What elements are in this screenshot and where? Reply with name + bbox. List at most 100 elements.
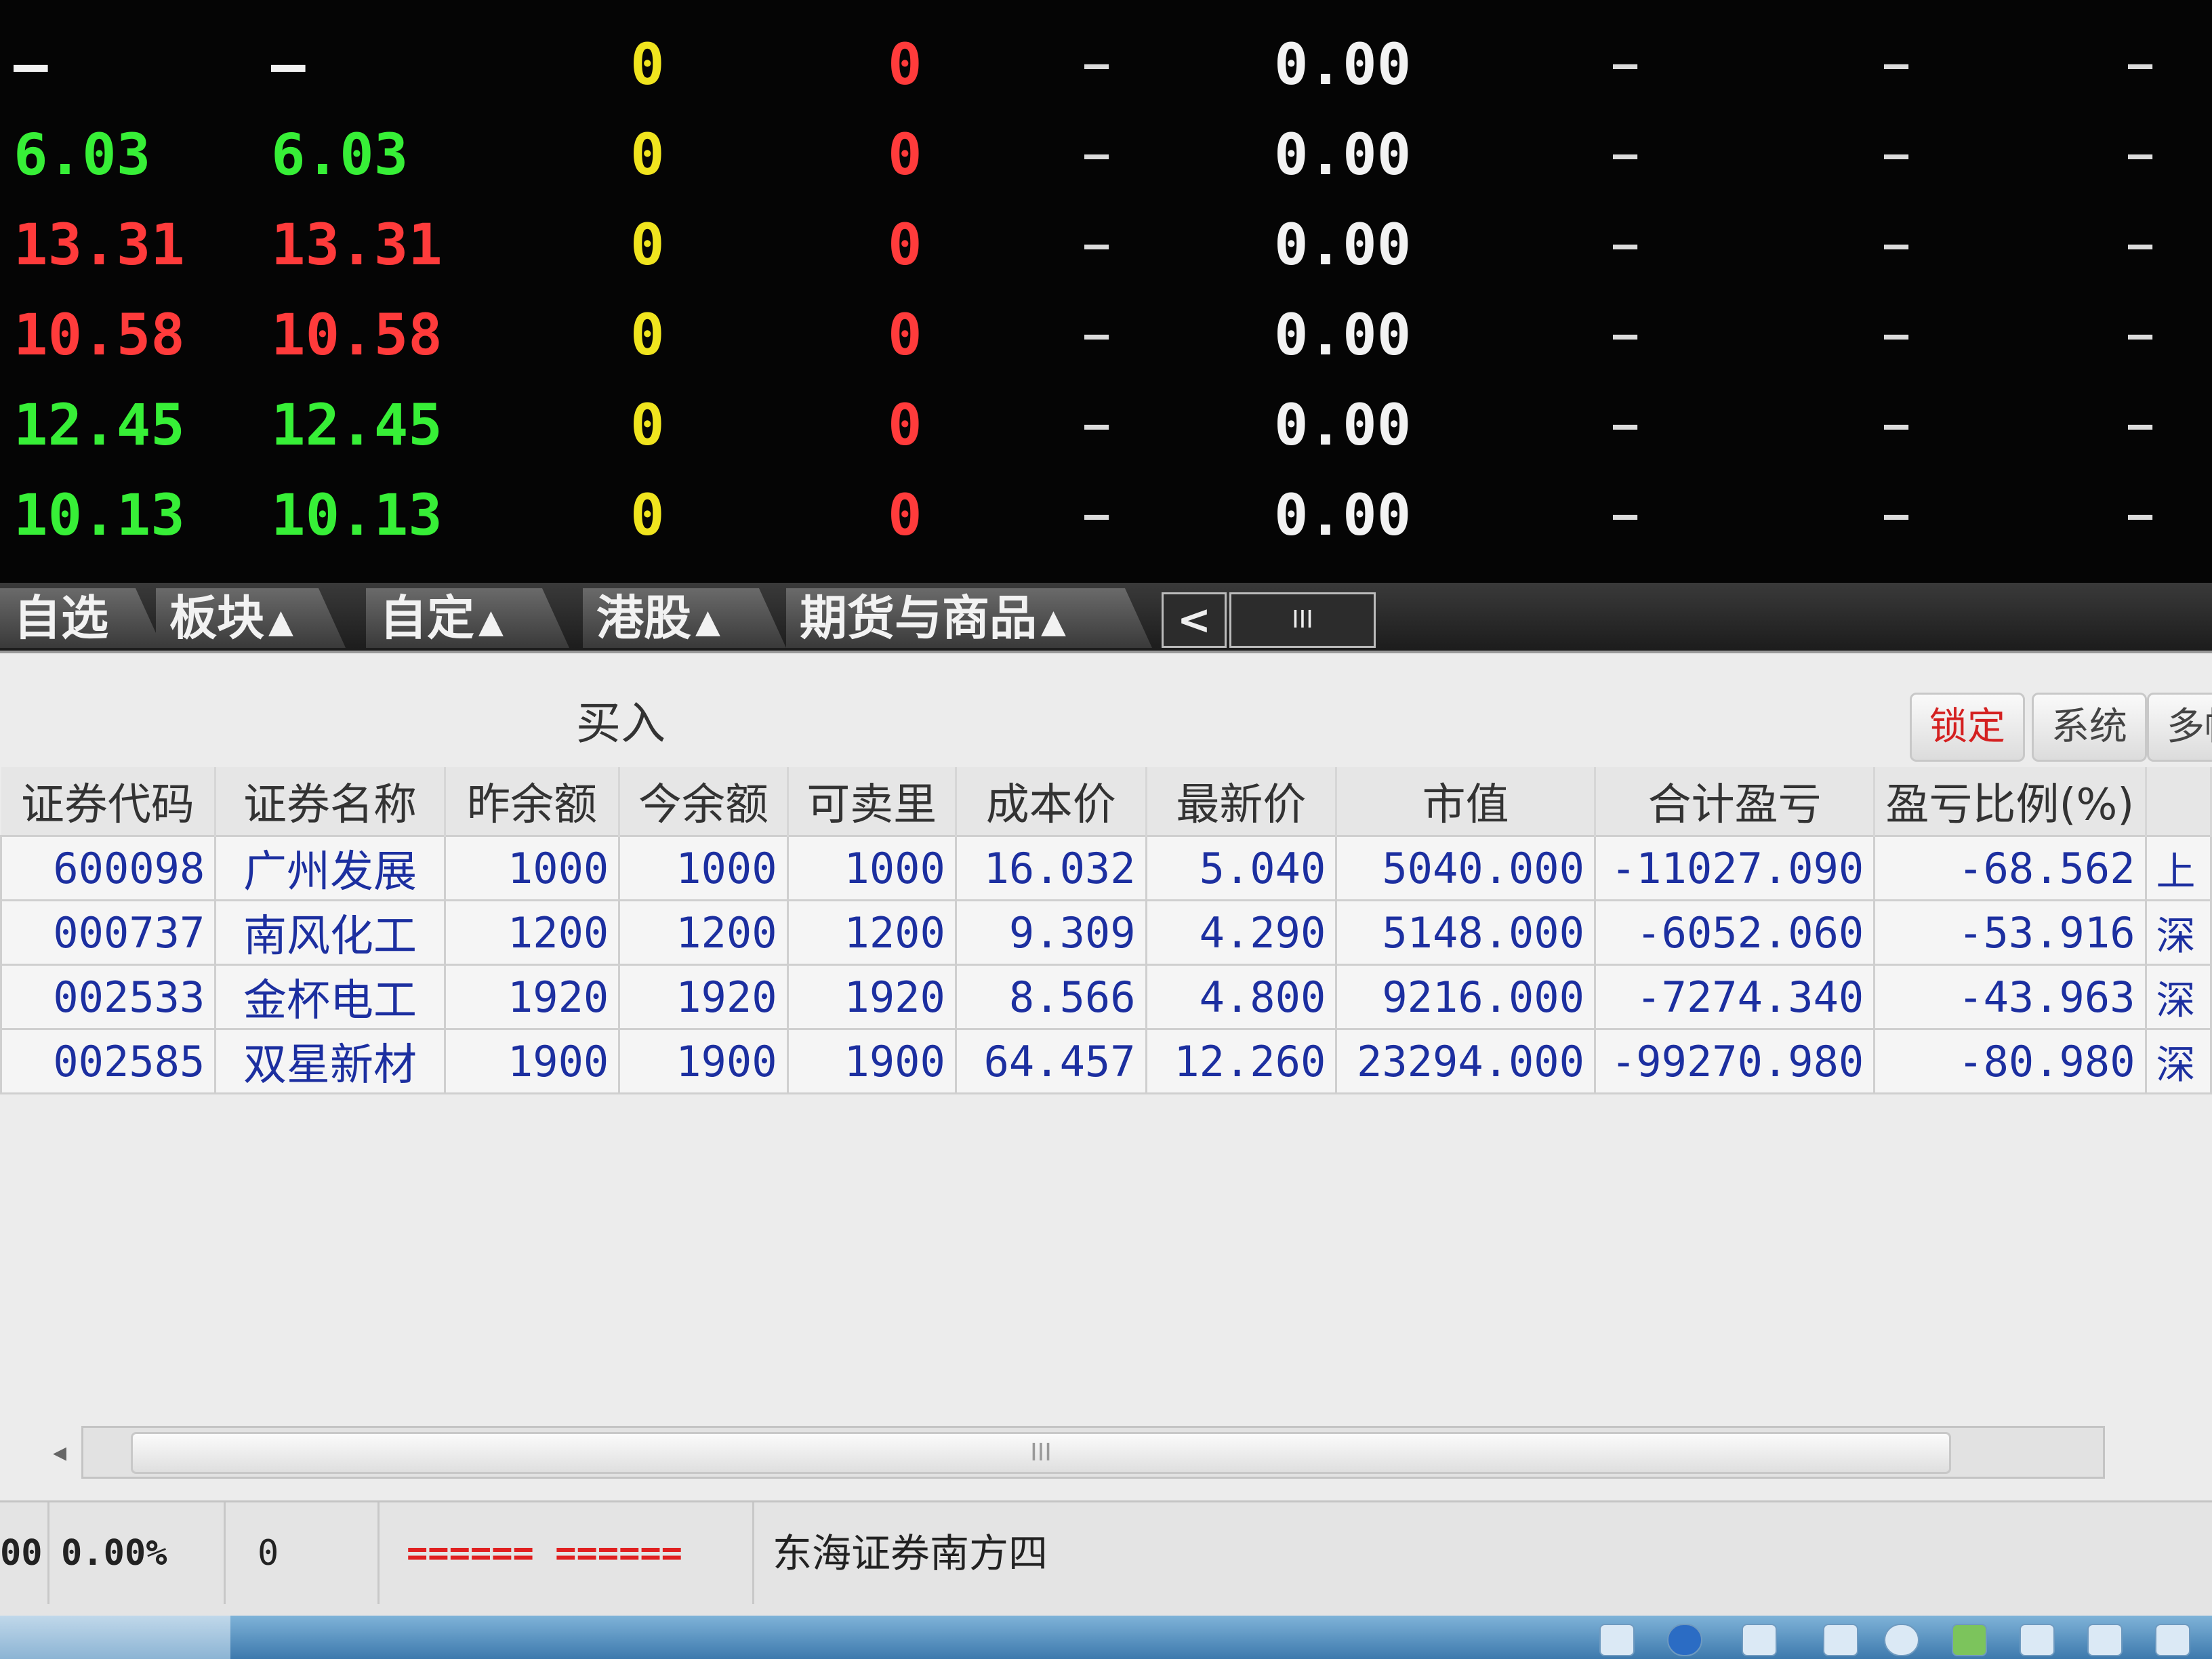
security-icon[interactable] <box>1952 1624 1987 1656</box>
quote-cell: 0 <box>630 392 665 458</box>
table-cell: 64.457 <box>954 1028 1147 1094</box>
table-cell: 12.260 <box>1145 1028 1338 1094</box>
column-header[interactable]: 合计盈亏 <box>1595 767 1876 836</box>
table-cell: 1000 <box>443 835 621 901</box>
quote-cell: 0 <box>630 211 665 278</box>
tab-label: 期货与商品 <box>800 590 1037 646</box>
tab-scroll-left-button[interactable]: < <box>1162 592 1227 648</box>
table-cell: 深 <box>2144 899 2212 966</box>
market-tab-strip: 自选 板块 ▲ 自定 ▲ 港股 ▲ 期货与商品 ▲ < III <box>0 583 2212 653</box>
table-cell: 600098 <box>0 835 217 901</box>
table-cell: 上 <box>2144 835 2212 901</box>
column-header[interactable]: 昨余额 <box>445 767 621 836</box>
quote-cell: 0 <box>888 392 922 458</box>
quote-cell: 0 <box>888 482 922 548</box>
quote-cell: — <box>2128 221 2153 268</box>
quote-cell: 10.13 <box>14 482 185 548</box>
table-cell: -11027.090 <box>1593 835 1876 901</box>
tab-futures-commodities[interactable]: 期货与商品 ▲ <box>786 588 1152 648</box>
table-cell: 深 <box>2144 964 2212 1030</box>
table-row[interactable]: 002533 金杯电工 1920 1920 1920 8.566 4.800 9216.000… <box>0 964 2212 1030</box>
quote-row[interactable]: — — 0 0 — 0.00 — — — <box>0 20 2212 108</box>
quote-row[interactable]: 10.13 10.13 0 0 — 0.00 — — — <box>0 471 2212 559</box>
quote-cell: 13.31 <box>14 211 185 278</box>
status-percent: 0.00% <box>61 1502 226 1604</box>
table-cell: -6052.060 <box>1593 899 1876 966</box>
quote-cell: — <box>2128 131 2153 178</box>
quote-row[interactable]: 13.31 13.31 0 0 — 0.00 — — — <box>0 201 2212 289</box>
table-cell: 广州发展 <box>214 835 446 901</box>
status-count: 0 <box>244 1502 380 1604</box>
column-header[interactable]: 证券名称 <box>215 767 446 836</box>
quote-cell: 0 <box>888 302 922 368</box>
start-button[interactable] <box>0 1616 230 1659</box>
holdings-table: 证券代码 证券名称 昨余额 今余额 可卖里 成本价 最新价 市值 合计盈亏 盈亏… <box>0 767 2212 1094</box>
quote-row[interactable]: 12.45 12.45 0 0 — 0.00 — — — <box>0 381 2212 469</box>
tray-app-icon[interactable] <box>2155 1624 2190 1656</box>
quote-cell: — <box>1613 131 1638 178</box>
quote-cell: 6.03 <box>271 121 409 188</box>
chevron-left-icon: < <box>1176 596 1212 644</box>
tab-watchlist[interactable]: 自选 <box>0 588 163 648</box>
quote-cell: 0.00 <box>1274 31 1412 98</box>
quote-cell: — <box>1613 311 1638 359</box>
quote-cell: — <box>2128 311 2153 359</box>
column-header[interactable]: 市值 <box>1336 767 1596 836</box>
column-header[interactable]: 可卖里 <box>787 767 957 836</box>
window-icon[interactable] <box>1742 1624 1777 1656</box>
quote-cell: — <box>1084 491 1109 539</box>
tray-app-icon[interactable] <box>1823 1624 1858 1656</box>
table-cell: 1920 <box>786 964 957 1030</box>
quote-cell: 10.13 <box>271 482 443 548</box>
quote-row[interactable]: 10.58 10.58 0 0 — 0.00 — — — <box>0 291 2212 379</box>
column-header[interactable]: 今余额 <box>619 767 789 836</box>
table-cell: 23294.000 <box>1335 1028 1596 1094</box>
table-row[interactable]: 600098 广州发展 1000 1000 1000 16.032 5.040 5040.00… <box>0 835 2212 901</box>
volume-icon[interactable] <box>2020 1624 2055 1656</box>
scroll-left-arrow-icon[interactable]: ◂ <box>43 1428 77 1477</box>
quote-cell: 0 <box>630 31 665 98</box>
quote-cell: 10.58 <box>271 302 443 368</box>
table-cell: 1200 <box>786 899 957 966</box>
broker-name: 东海证券南方四 <box>773 1530 1048 1576</box>
table-cell: 4.290 <box>1145 899 1338 966</box>
status-bar: 00 0.00% 0 ====== ====== 东海证券南方四 <box>0 1500 2212 1618</box>
network-icon[interactable] <box>1599 1624 1635 1656</box>
column-header[interactable]: 最新价 <box>1146 767 1338 836</box>
column-header[interactable]: 证券代码 <box>1 767 217 836</box>
tab-custom[interactable]: 自定 ▲ <box>366 588 569 648</box>
quote-cell: — <box>1084 401 1109 449</box>
help-icon[interactable] <box>1667 1624 1702 1656</box>
tab-hk-stocks[interactable]: 港股 ▲ <box>583 588 786 648</box>
table-row[interactable]: 000737 南风化工 1200 1200 1200 9.309 4.290 5148.000… <box>0 899 2212 966</box>
scrollbar-thumb[interactable]: III <box>131 1432 1951 1474</box>
table-cell: -43.963 <box>1873 964 2147 1030</box>
table-cell: 000737 <box>0 899 217 966</box>
column-header[interactable] <box>2146 767 2212 836</box>
quote-cell: 13.31 <box>271 211 443 278</box>
table-cell: 1000 <box>786 835 957 901</box>
multi-account-button[interactable]: 多帐 <box>2147 693 2212 762</box>
quote-cell: — <box>1613 221 1638 268</box>
tray-app-icon[interactable] <box>2087 1624 2123 1656</box>
table-row[interactable]: 002585 双星新材 1900 1900 1900 64.457 12.260 23294.… <box>0 1028 2212 1094</box>
quote-cell: — <box>2128 41 2153 88</box>
tab-label: 自定 <box>380 590 474 646</box>
table-cell: 双星新材 <box>214 1028 446 1094</box>
column-header[interactable]: 成本价 <box>956 767 1147 836</box>
tab-sectors[interactable]: 板块 ▲ <box>156 588 346 648</box>
tab-scroll-thumb[interactable]: III <box>1229 592 1376 648</box>
column-header[interactable]: 盈亏比例(%) <box>1874 767 2147 836</box>
quote-board: — —0 0—0.00— — —6.03 6.03 0 0—0.00— — —13.31 13.31… <box>0 0 2212 583</box>
chat-icon[interactable] <box>1884 1624 1919 1656</box>
quote-cell: — <box>1884 311 1909 359</box>
quote-cell: 0 <box>630 482 665 548</box>
quote-cell: — <box>271 31 306 98</box>
system-button[interactable]: 系统 <box>2032 693 2147 762</box>
trade-panel: 买入 锁定 系统 多帐 证券代码 证券名称 昨余额 今余额 可卖里 成本价 最新… <box>0 653 2212 1500</box>
table-cell: -99270.980 <box>1593 1028 1876 1094</box>
lock-button[interactable]: 锁定 <box>1910 693 2025 762</box>
quote-row[interactable]: 6.03 6.03 0 0 — 0.00 — — — <box>0 110 2212 199</box>
horizontal-scrollbar[interactable]: ◂ III <box>53 1426 2105 1479</box>
quote-cell: — <box>2128 401 2153 449</box>
